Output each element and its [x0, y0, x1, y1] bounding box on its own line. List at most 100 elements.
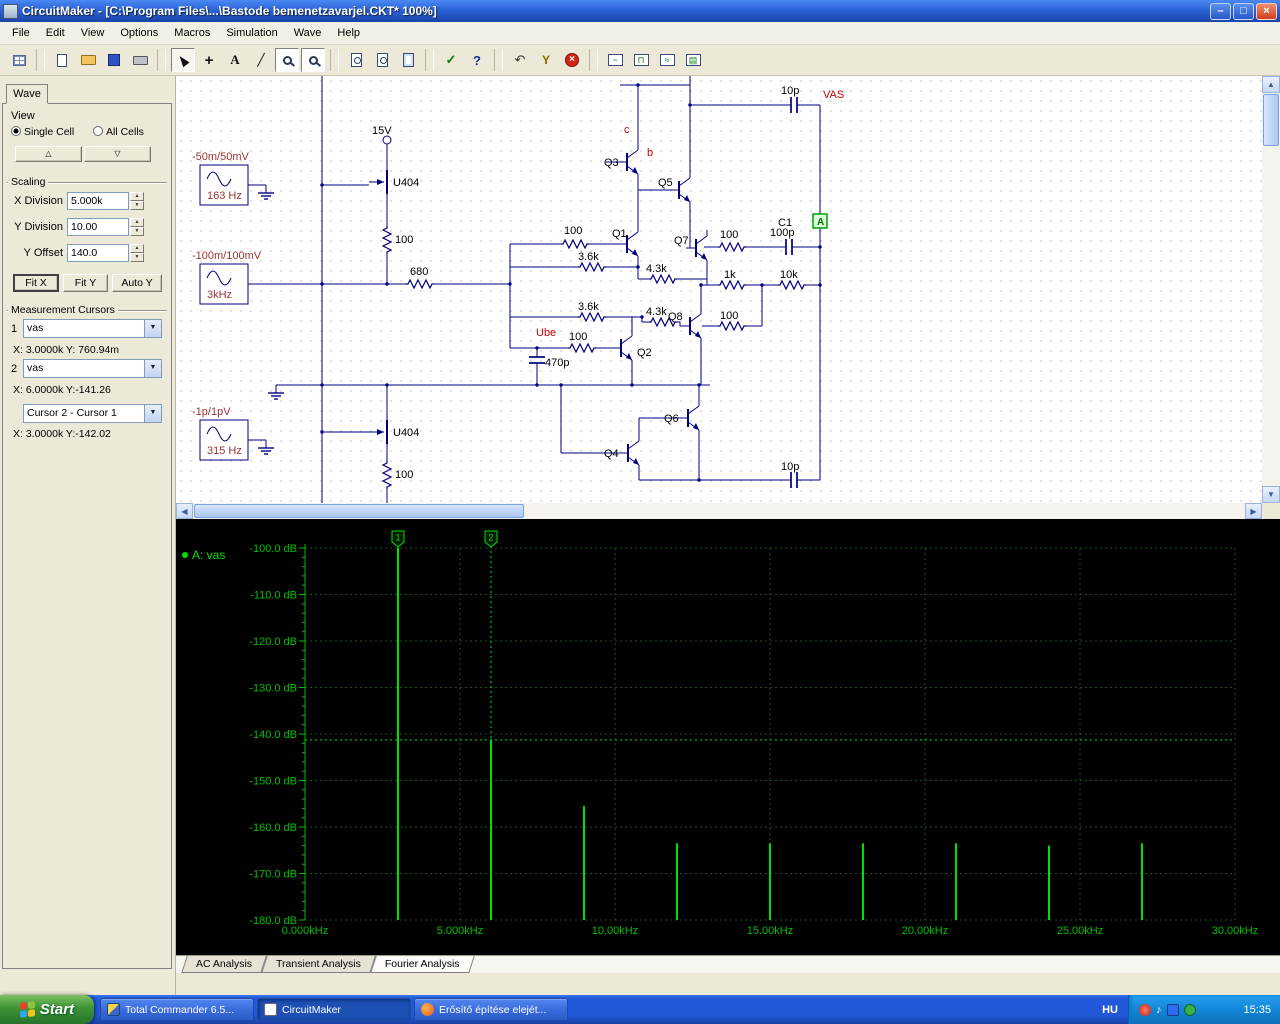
tab-fourier-analysis[interactable]: Fourier Analysis: [373, 956, 472, 973]
zoom-tool-icon[interactable]: [275, 48, 299, 72]
transistor[interactable]: Q4: [604, 435, 640, 471]
resistor[interactable]: 100: [561, 225, 589, 250]
signal-source[interactable]: -1p/1pV 315 Hz: [192, 406, 249, 461]
resistor[interactable]: 100: [718, 229, 746, 253]
spin-down-icon[interactable]: ▼: [130, 201, 144, 210]
fit-x-button[interactable]: Fit X: [13, 274, 59, 292]
scroll-right-icon[interactable]: ▶: [1245, 503, 1262, 519]
schematic-canvas[interactable]: 100 100 680 100 3.6k 4.3k 3.6k 4.3k 100 100 1k 10k 1…: [176, 76, 1262, 503]
transistor[interactable]: Q6: [664, 400, 700, 436]
language-indicator[interactable]: HU: [1092, 1004, 1128, 1016]
resistor[interactable]: 1k: [718, 269, 746, 291]
transistor[interactable]: Q2: [611, 330, 652, 366]
signal-source[interactable]: -50m/50mV 163 Hz: [192, 151, 250, 206]
chevron-down-icon[interactable]: ▼: [144, 320, 161, 337]
power-node[interactable]: 15V: [372, 125, 392, 145]
open-file-icon[interactable]: [76, 48, 100, 72]
close-button[interactable]: ×: [1256, 2, 1277, 20]
fourier-chart-svg[interactable]: -100.0 dB -110.0 dB -120.0 dB -130.0 dB -140…: [176, 519, 1280, 955]
add-part-icon[interactable]: +: [197, 48, 221, 72]
x-division-spinner[interactable]: ▲ ▼: [130, 192, 144, 210]
vertical-scroll-thumb[interactable]: [1263, 94, 1279, 146]
x-division-input[interactable]: 5.000k: [67, 192, 129, 210]
volume-tray-icon[interactable]: ♪: [1156, 1004, 1162, 1016]
save-icon[interactable]: [102, 48, 126, 72]
auto-y-button[interactable]: Auto Y: [112, 274, 162, 292]
y-offset-spinner[interactable]: ▲ ▼: [130, 244, 144, 262]
scroll-up-icon[interactable]: ▲: [1262, 76, 1280, 93]
taskbar-button[interactable]: Erősítő építése elejét...: [414, 998, 568, 1021]
resistor[interactable]: 3.6k: [578, 301, 606, 323]
y-offset-input[interactable]: 140.0: [67, 244, 129, 262]
cell-up-button[interactable]: △: [15, 146, 82, 162]
radio-all-cells[interactable]: All Cells: [93, 126, 144, 138]
capacitor[interactable]: 470p: [529, 351, 569, 369]
start-button[interactable]: Start: [0, 995, 94, 1024]
cursor1-signal-select[interactable]: vas ▼: [23, 319, 162, 338]
run-simulation-icon[interactable]: ✓: [439, 48, 463, 72]
horizontal-scroll-thumb[interactable]: [194, 504, 524, 518]
fit-y-button[interactable]: Fit Y: [63, 274, 108, 292]
spin-up-icon[interactable]: ▲: [130, 244, 144, 253]
menu-macros[interactable]: Macros: [166, 22, 218, 45]
schematic-horizontal-scrollbar[interactable]: ◀ ▶: [176, 503, 1262, 519]
digital-scope-icon[interactable]: ⊓: [629, 48, 653, 72]
shield-tray-icon[interactable]: [1139, 1003, 1151, 1016]
wire-tool-icon[interactable]: ╱: [249, 48, 273, 72]
jfet[interactable]: U404: [369, 170, 419, 194]
menu-help[interactable]: Help: [329, 22, 368, 45]
y-division-input[interactable]: 10.00: [67, 218, 129, 236]
resistor[interactable]: 3.6k: [578, 251, 606, 273]
messenger-tray-icon[interactable]: [1183, 1003, 1196, 1016]
print-icon[interactable]: [128, 48, 152, 72]
cursor-diff-select[interactable]: Cursor 2 - Cursor 1 ▼: [23, 404, 162, 423]
network-tray-icon[interactable]: [1166, 1003, 1179, 1016]
resistor[interactable]: 4.3k: [646, 263, 677, 285]
menu-file[interactable]: File: [4, 22, 38, 45]
new-file-icon[interactable]: [50, 48, 74, 72]
maximize-button[interactable]: □: [1233, 2, 1254, 20]
menu-edit[interactable]: Edit: [38, 22, 73, 45]
pan-tool-icon[interactable]: [301, 48, 325, 72]
cursor2-signal-select[interactable]: vas ▼: [23, 359, 162, 378]
wave-tab[interactable]: Wave: [6, 84, 48, 104]
tab-ac-analysis[interactable]: AC Analysis: [184, 956, 264, 973]
fourier-chart[interactable]: -100.0 dB -110.0 dB -120.0 dB -130.0 dB -140…: [176, 519, 1280, 955]
taskbar-button[interactable]: CircuitMaker: [257, 998, 411, 1021]
resistor[interactable]: 10k: [778, 269, 806, 291]
taskbar-button[interactable]: Total Commander 6.5...: [100, 998, 254, 1021]
spin-up-icon[interactable]: ▲: [130, 218, 144, 227]
radio-single-cell[interactable]: Single Cell: [11, 126, 74, 138]
resistor[interactable]: 100: [718, 310, 746, 332]
schematic-svg[interactable]: 100 100 680 100 3.6k 4.3k 3.6k 4.3k 100 100 1k 10k 1…: [176, 76, 1262, 503]
text-tool-icon[interactable]: A: [223, 48, 247, 72]
zoom-out-page-icon[interactable]: [370, 48, 394, 72]
minimize-button[interactable]: –: [1210, 2, 1231, 20]
resistor[interactable]: 100: [568, 331, 596, 354]
chevron-down-icon[interactable]: ▼: [144, 360, 161, 377]
transistor[interactable]: Q3: [604, 144, 639, 180]
scope-probe[interactable]: A: [812, 213, 828, 229]
tab-transient-analysis[interactable]: Transient Analysis: [264, 956, 373, 973]
scroll-down-icon[interactable]: ▼: [1262, 486, 1280, 503]
scope-setup-icon[interactable]: ▤: [681, 48, 705, 72]
probe-tool-icon[interactable]: Y: [534, 48, 558, 72]
resistor[interactable]: 680: [406, 266, 434, 290]
resistor[interactable]: 100: [381, 226, 413, 254]
jfet[interactable]: U404: [369, 420, 419, 444]
help-icon[interactable]: ?: [465, 48, 489, 72]
menu-view[interactable]: View: [73, 22, 113, 45]
capacitor[interactable]: 10p: [781, 461, 803, 488]
menu-simulation[interactable]: Simulation: [218, 22, 285, 45]
y-division-spinner[interactable]: ▲ ▼: [130, 218, 144, 236]
resistor[interactable]: 100: [381, 461, 413, 489]
schematic-vertical-scrollbar[interactable]: ▲ ▼: [1262, 76, 1280, 503]
spin-down-icon[interactable]: ▼: [130, 253, 144, 262]
menu-wave[interactable]: Wave: [286, 22, 330, 45]
signal-source[interactable]: -100m/100mV 3kHz: [192, 250, 262, 305]
menu-options[interactable]: Options: [112, 22, 166, 45]
spin-down-icon[interactable]: ▼: [130, 227, 144, 236]
stop-simulation-icon[interactable]: ×: [560, 48, 584, 72]
capacitor[interactable]: 100pC1: [770, 217, 798, 255]
scroll-left-icon[interactable]: ◀: [176, 503, 193, 519]
